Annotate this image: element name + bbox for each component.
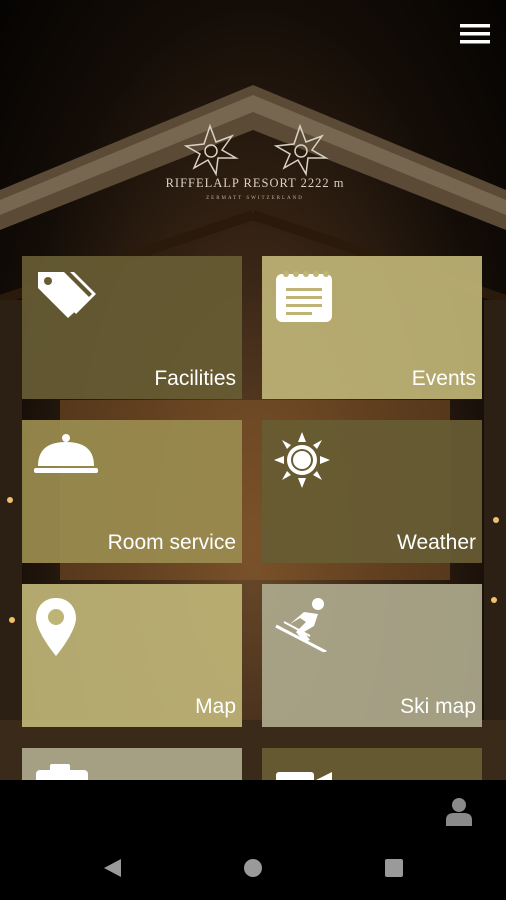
map-pin-icon bbox=[36, 598, 76, 656]
tile-label: Map bbox=[195, 695, 236, 718]
tile-label: Events bbox=[411, 367, 476, 390]
tile-weather[interactable]: Weather bbox=[262, 420, 482, 563]
system-navigation-bar bbox=[0, 835, 506, 900]
home-circle-icon bbox=[244, 859, 262, 877]
tile-photos[interactable] bbox=[22, 748, 242, 790]
logo-title: RIFFELALP RESORT 2222 m bbox=[165, 176, 345, 190]
tile-map[interactable]: Map bbox=[22, 584, 242, 727]
tile-label: Weather bbox=[397, 531, 476, 554]
back-triangle-icon bbox=[104, 859, 121, 877]
menu-button[interactable] bbox=[460, 22, 490, 46]
tile-label: Room service bbox=[107, 531, 236, 554]
notepad-icon bbox=[276, 271, 332, 322]
back-button[interactable] bbox=[101, 857, 123, 879]
tile-label: Facilities bbox=[154, 367, 236, 390]
user-profile-button[interactable] bbox=[444, 796, 474, 826]
home-button[interactable] bbox=[242, 857, 264, 879]
bottom-bar bbox=[0, 780, 506, 835]
sun-icon bbox=[274, 432, 330, 488]
price-tags-icon bbox=[38, 272, 96, 318]
skier-icon bbox=[275, 598, 327, 652]
app-screen: RIFFELALP RESORT 2222 m ZERMATT SWITZERL… bbox=[0, 0, 506, 900]
resort-logo: RIFFELALP RESORT 2222 m ZERMATT SWITZERL… bbox=[150, 118, 360, 213]
edelweiss-logo-icon bbox=[183, 123, 329, 177]
tile-ski-map[interactable]: Ski map bbox=[262, 584, 482, 727]
tile-facilities[interactable]: Facilities bbox=[22, 256, 242, 399]
tile-room-service[interactable]: Room service bbox=[22, 420, 242, 563]
recents-button[interactable] bbox=[383, 857, 405, 879]
cloche-icon bbox=[34, 434, 98, 473]
hamburger-menu-icon bbox=[460, 24, 490, 44]
tile-events[interactable]: Events bbox=[262, 256, 482, 399]
user-profile-icon bbox=[446, 798, 472, 826]
logo-subtitle: ZERMATT SWITZERLAND bbox=[206, 196, 304, 201]
recents-square-icon bbox=[385, 859, 403, 877]
tile-videos[interactable] bbox=[262, 748, 482, 790]
tile-label: Ski map bbox=[400, 695, 476, 718]
